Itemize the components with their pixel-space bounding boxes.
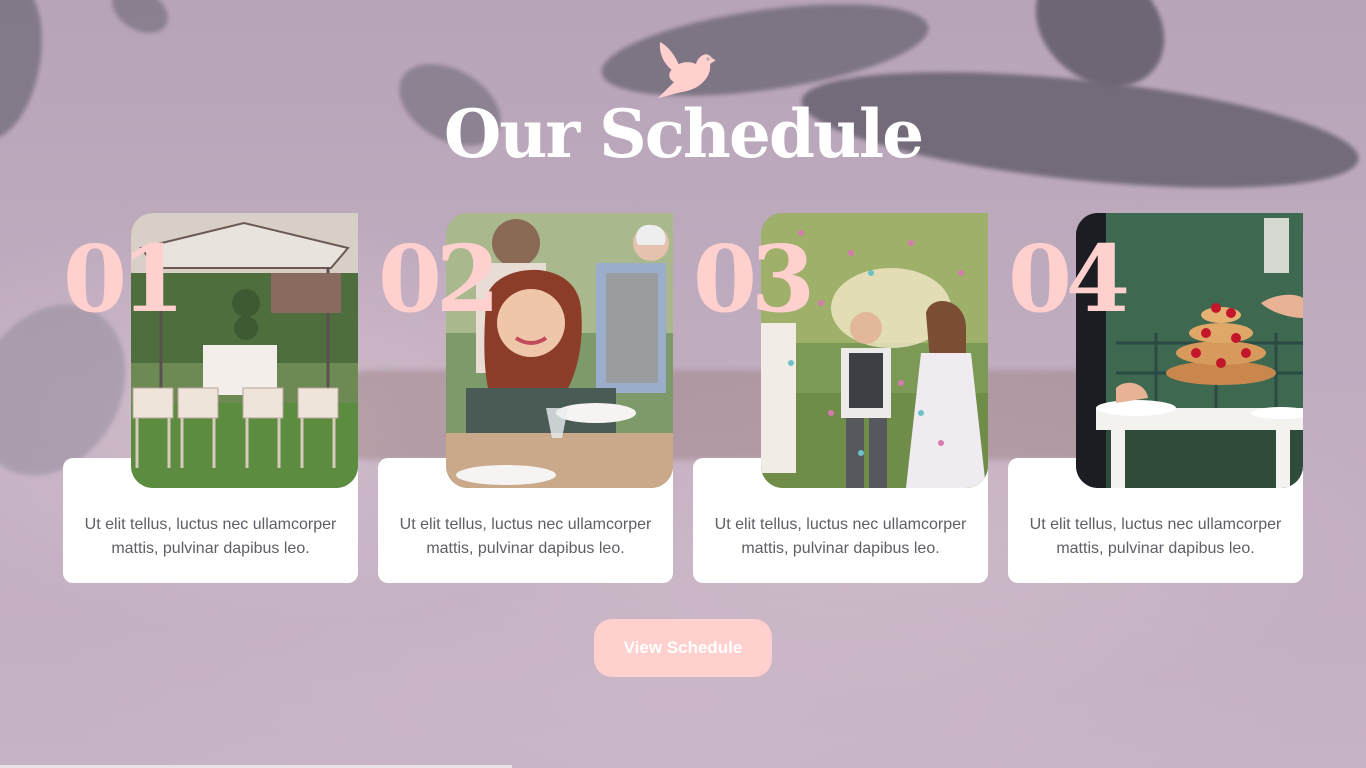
card-number: 01 [63, 225, 185, 333]
dove-icon [658, 42, 716, 98]
schedule-card-2: 02 Ut elit tellus, luctus nec ullamcorpe… [378, 213, 674, 583]
schedule-card-1: 01 Ut elit tellus, luctus nec ullamcorpe… [63, 213, 359, 583]
card-number: 04 [1008, 225, 1130, 333]
card-number: 02 [378, 225, 500, 333]
schedule-card-3: 03 Ut elit tellus, luctus nec ullamcorpe… [693, 213, 989, 583]
card-description: Ut elit tellus, luctus nec ullamcorper m… [714, 516, 967, 557]
card-number: 03 [693, 225, 815, 333]
section-title: Our Schedule [443, 95, 924, 173]
card-description: Ut elit tellus, luctus nec ullamcorper m… [84, 516, 337, 557]
schedule-card-4: 04 Ut elit tellus, luctus nec ullamcorpe… [1008, 213, 1304, 583]
card-description: Ut elit tellus, luctus nec ullamcorper m… [399, 516, 652, 557]
view-schedule-button[interactable]: View Schedule [594, 619, 772, 677]
schedule-section: Our Schedule 01 Ut elit tellus, luctus n… [0, 0, 1366, 768]
card-description: Ut elit tellus, luctus nec ullamcorper m… [1029, 516, 1282, 557]
